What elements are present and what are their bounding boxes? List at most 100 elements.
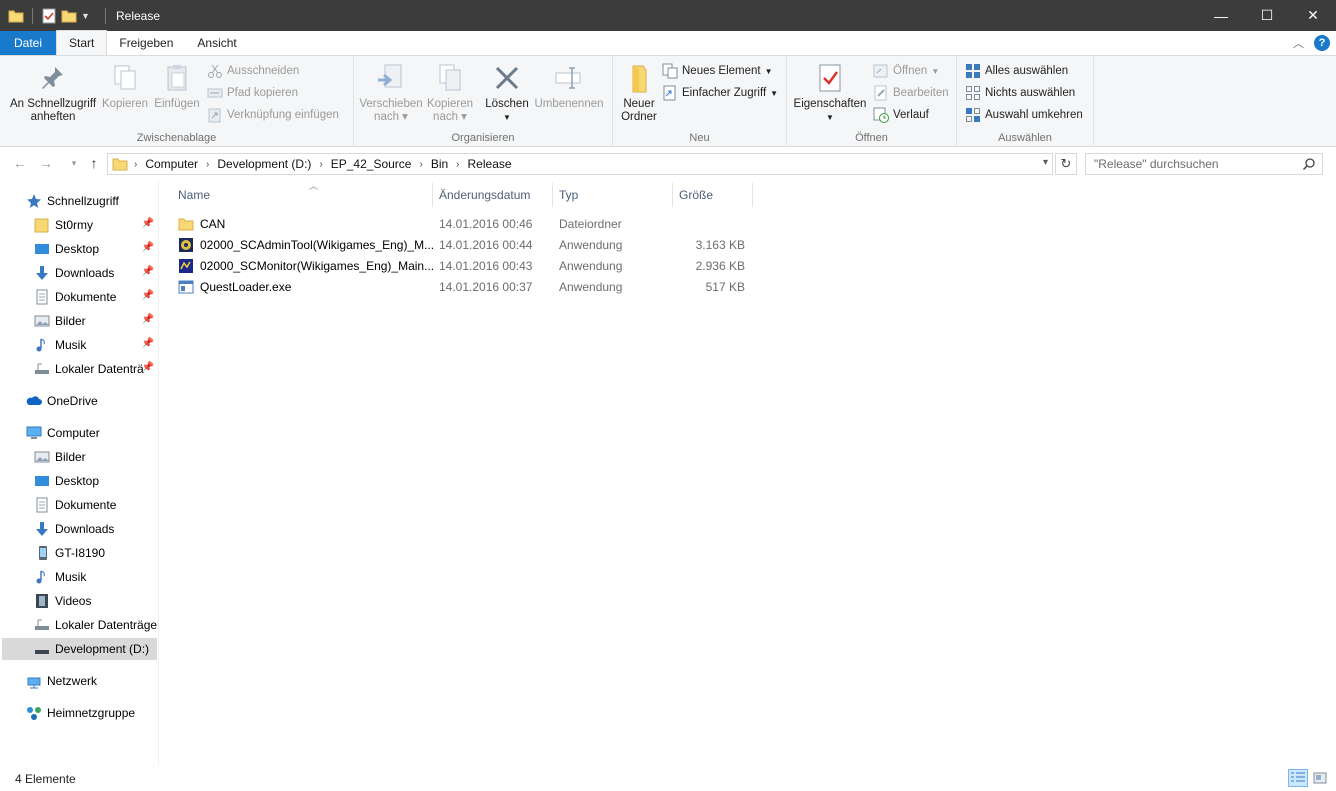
paste-shortcut-button[interactable]: Verknüpfung einfügen — [207, 107, 339, 123]
properties-dropdown-icon[interactable]: ▼ — [791, 111, 869, 124]
table-row[interactable]: 02000_SCAdminTool(Wikigames_Eng)_M... 14… — [172, 234, 752, 255]
tab-freigeben[interactable]: Freigeben — [107, 31, 185, 55]
breadcrumb-release[interactable]: Release — [466, 157, 514, 171]
properties-button[interactable]: Eigenschaften ▼ — [791, 62, 869, 124]
details-view-icon[interactable] — [1288, 769, 1308, 787]
cut-button[interactable]: Ausschneiden — [207, 63, 299, 79]
sidebar-item-local-disk[interactable]: Lokaler Datenträger — [34, 614, 158, 636]
new-item-button[interactable]: Neues Element ▼ — [662, 63, 773, 79]
copy-button[interactable]: Kopieren — [100, 62, 150, 111]
quick-access-toolbar: ▼ — [0, 7, 110, 24]
sidebar-item-network[interactable]: Netzwerk — [26, 670, 156, 692]
help-icon[interactable]: ? — [1314, 35, 1330, 51]
delete-button[interactable]: Löschen ▼ — [482, 62, 532, 124]
sidebar-item-computer-bilder[interactable]: Bilder — [34, 446, 158, 468]
file-type: Dateiordner — [559, 216, 622, 231]
sidebar-item-bilder[interactable]: Bilder 📌 — [34, 310, 158, 332]
back-arrow-icon[interactable]: ← — [12, 155, 28, 171]
customize-qat-icon[interactable]: ▼ — [81, 8, 97, 24]
paste-button[interactable]: Einfügen — [152, 62, 202, 111]
edit-button[interactable]: Bearbeiten — [873, 85, 949, 101]
column-header-size[interactable]: Größe — [673, 183, 753, 207]
search-input[interactable]: "Release" durchsuchen — [1085, 153, 1323, 175]
breadcrumb-chevron-icon[interactable]: › — [450, 159, 465, 170]
music-note-icon — [36, 338, 45, 352]
properties-icon[interactable] — [41, 8, 57, 24]
table-row[interactable]: CAN 14.01.2016 00:46 Dateiordner — [172, 213, 752, 234]
sidebar-item-computer-desktop[interactable]: Desktop — [34, 470, 158, 492]
move-to-button[interactable]: Verschieben nach ▾ — [358, 62, 424, 124]
pin-quick-access-button[interactable]: An Schnellzugriff anheften — [6, 62, 100, 124]
sidebar-item-computer-dokumente[interactable]: Dokumente — [34, 494, 158, 516]
sidebar-item-downloads[interactable]: Downloads 📌 — [34, 262, 158, 284]
maximize-button[interactable]: ☐ — [1244, 0, 1290, 31]
file-name-cell: CAN — [178, 213, 433, 234]
easy-access-button[interactable]: Einfacher Zugriff ▼ — [662, 85, 778, 101]
sidebar-item-gt-i8190[interactable]: GT-I8190 — [34, 542, 158, 564]
tab-ansicht[interactable]: Ansicht — [185, 31, 248, 55]
sidebar-label: Downloads — [55, 266, 115, 280]
document-icon — [36, 289, 48, 305]
open-button[interactable]: Öffnen ▼ — [873, 63, 939, 79]
select-all-button[interactable]: Alles auswählen — [965, 63, 1068, 79]
sidebar-label: Computer — [47, 426, 100, 440]
breadcrumb-bin[interactable]: Bin — [429, 157, 450, 171]
sidebar-item-homegroup[interactable]: Heimnetzgruppe — [26, 702, 156, 724]
column-header-date[interactable]: Änderungsdatum — [433, 183, 553, 207]
sidebar-item-videos[interactable]: Videos — [34, 590, 158, 612]
table-row[interactable]: 02000_SCMonitor(Wikigames_Eng)_Main... 1… — [172, 255, 752, 276]
sidebar-item-desktop[interactable]: Desktop 📌 — [34, 238, 158, 260]
sidebar-item-computer-musik[interactable]: Musik — [34, 566, 158, 588]
copy-to-button[interactable]: Kopieren nach ▾ — [424, 62, 476, 124]
move-label-1: Verschieben — [359, 98, 423, 110]
sidebar-item-computer[interactable]: Computer — [26, 422, 156, 444]
tab-datei[interactable]: Datei — [0, 31, 57, 55]
address-bar[interactable]: › Computer › Development (D:) › EP_42_So… — [107, 153, 1053, 175]
breadcrumb-ep42source[interactable]: EP_42_Source — [329, 157, 414, 171]
sidebar-item-quick-access[interactable]: Schnellzugriff — [26, 190, 156, 212]
select-none-button[interactable]: Nichts auswählen — [965, 85, 1075, 101]
address-dropdown-icon[interactable]: ▾ — [1043, 157, 1048, 168]
sidebar-item-local-disk-quick[interactable]: Lokaler Datenträ 📌 — [34, 358, 158, 380]
sidebar-item-onedrive[interactable]: OneDrive — [26, 390, 156, 412]
history-button[interactable]: Verlauf — [873, 107, 929, 123]
phone-icon — [39, 546, 47, 560]
breadcrumb-development[interactable]: Development (D:) — [215, 157, 313, 171]
sidebar-item-computer-downloads[interactable]: Downloads — [34, 518, 158, 540]
breadcrumb-chevron-icon[interactable]: › — [200, 159, 215, 170]
sidebar-item-dokumente[interactable]: Dokumente 📌 — [34, 286, 158, 308]
breadcrumb-chevron-icon[interactable]: › — [413, 159, 428, 170]
ribbon-tabs: Datei Start Freigeben Ansicht ︿ ? — [0, 30, 1336, 55]
refresh-icon[interactable]: ↻ — [1055, 153, 1077, 175]
move-label-2: nach ▾ — [374, 111, 408, 123]
new-folder-button[interactable]: Neuer Ordner — [617, 62, 661, 124]
history-icon — [873, 107, 889, 123]
minimize-button[interactable]: — — [1198, 0, 1244, 31]
breadcrumb-computer[interactable]: Computer — [143, 157, 200, 171]
easy-access-icon — [663, 85, 676, 101]
up-arrow-icon[interactable]: ↑ — [86, 155, 102, 171]
sidebar-item-st0rmy[interactable]: St0rmy 📌 — [34, 214, 158, 236]
breadcrumb-chevron-icon[interactable]: › — [128, 159, 143, 170]
column-header-name[interactable]: Name ︿ — [172, 181, 433, 207]
recent-locations-chevron-icon[interactable]: ▾ — [66, 155, 82, 171]
table-row[interactable]: QuestLoader.exe 14.01.2016 00:37 Anwendu… — [172, 276, 752, 297]
sidebar-item-development-d[interactable]: Development (D:) — [2, 638, 157, 660]
file-name-cell: QuestLoader.exe — [178, 276, 433, 297]
collapse-ribbon-icon[interactable]: ︿ — [1293, 35, 1304, 51]
forward-arrow-icon[interactable]: → — [38, 155, 54, 171]
new-folder-icon[interactable] — [61, 8, 77, 24]
tab-start[interactable]: Start — [56, 30, 108, 55]
sidebar-item-musik[interactable]: Musik 📌 — [34, 334, 158, 356]
delete-dropdown-icon[interactable]: ▼ — [482, 111, 532, 124]
sidebar-label: Lokaler Datenträger — [55, 618, 158, 632]
scissors-icon — [208, 64, 222, 78]
close-button[interactable]: ✕ — [1290, 0, 1336, 31]
column-header-type[interactable]: Typ — [553, 183, 673, 207]
invert-selection-button[interactable]: Auswahl umkehren — [965, 107, 1083, 123]
rename-button[interactable]: Umbenennen — [532, 62, 606, 111]
copy-path-button[interactable]: Pfad kopieren — [207, 85, 298, 101]
breadcrumb-chevron-icon[interactable]: › — [313, 159, 328, 170]
large-icons-view-icon[interactable] — [1310, 769, 1330, 787]
sidebar-label: OneDrive — [47, 394, 98, 408]
